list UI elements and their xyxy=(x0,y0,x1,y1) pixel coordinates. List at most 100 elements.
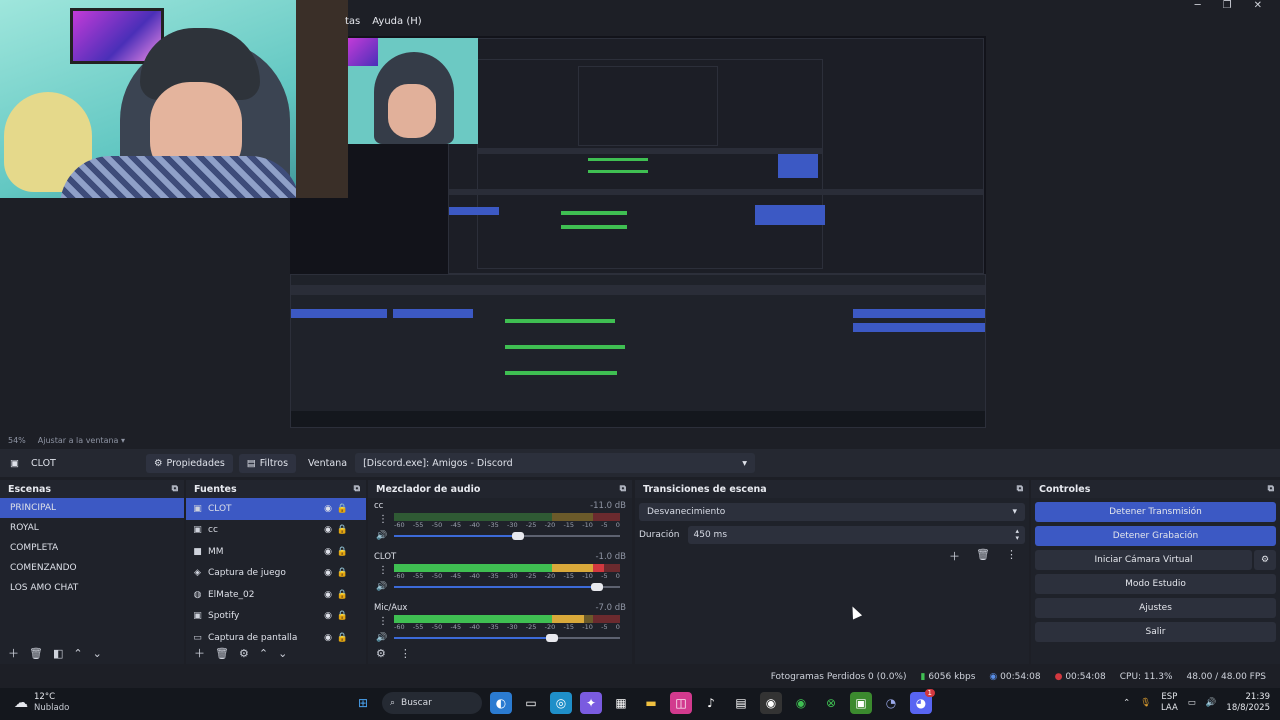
scene-item-los-amo-chat[interactable]: LOS AMO CHAT xyxy=(0,578,184,598)
lock-icon[interactable]: 🔒 xyxy=(337,525,348,535)
task-view-icon[interactable]: ▭ xyxy=(520,692,542,714)
edge-icon[interactable]: ◎ xyxy=(550,692,572,714)
add-icon[interactable]: ＋ xyxy=(194,645,205,661)
source-item-mm[interactable]: ■ MM ◉ 🔒 xyxy=(186,541,366,563)
preview-canvas[interactable] xyxy=(290,36,986,428)
channel-options-icon[interactable]: ⋮ xyxy=(378,514,388,525)
arrow-up-icon[interactable]: ⌃ xyxy=(259,647,268,660)
channel-options-icon[interactable]: ⋮ xyxy=(378,565,388,576)
window-select[interactable]: [Discord.exe]: Amigos - Discord ▾ xyxy=(355,453,756,473)
language-indicator[interactable]: ESP LAA xyxy=(1161,692,1178,714)
scene-item-principal[interactable]: PRINCIPAL xyxy=(0,498,184,518)
clock[interactable]: 21:39 18/8/2025 xyxy=(1226,692,1270,714)
store-icon[interactable]: ▦ xyxy=(610,692,632,714)
scene-item-comenzando[interactable]: COMENZANDO xyxy=(0,558,184,578)
speaker-icon[interactable]: 🔊 xyxy=(376,582,387,592)
source-item-clot[interactable]: ▣ CLOT ◉ 🔒 xyxy=(186,498,366,520)
advanced-audio-gear-icon[interactable]: ⚙ xyxy=(376,647,386,660)
discord-icon[interactable]: ◕ 1 xyxy=(910,689,935,714)
arrow-down-icon[interactable]: ⌄ xyxy=(278,647,287,660)
start-virtual-camera-button[interactable]: Iniciar Cámara Virtual xyxy=(1035,550,1252,570)
lock-icon[interactable]: 🔒 xyxy=(337,547,348,557)
close-icon[interactable]: ✕ xyxy=(1254,0,1262,12)
scene-filters-icon[interactable]: ◧ xyxy=(53,647,63,660)
network-icon[interactable]: ▭ xyxy=(1188,698,1196,708)
lock-icon[interactable]: 🔒 xyxy=(337,568,348,578)
stop-stream-button[interactable]: Detener Transmisión xyxy=(1035,502,1276,522)
studio-mode-button[interactable]: Modo Estudio xyxy=(1035,574,1276,594)
virtual-camera-gear-icon[interactable]: ⚙ xyxy=(1254,550,1276,570)
mixer-menu-icon[interactable]: ⋮ xyxy=(400,647,411,660)
eye-icon[interactable]: ◉ xyxy=(324,590,332,600)
fit-to-window-dropdown[interactable]: Ajustar a la ventana ▾ xyxy=(38,436,125,445)
source-item-captura-juego[interactable]: ◈ Captura de juego ◉ 🔒 xyxy=(186,563,366,585)
duration-input[interactable]: 450 ms ▴ ▾ xyxy=(687,526,1025,544)
add-icon[interactable]: ＋ xyxy=(949,548,960,564)
eye-icon[interactable]: ◉ xyxy=(324,611,332,621)
minecraft-icon[interactable]: ▣ xyxy=(850,692,872,714)
source-item-cc[interactable]: ▣ cc ◉ 🔒 xyxy=(186,520,366,542)
source-item-spotify[interactable]: ▣ Spotify ◉ 🔒 xyxy=(186,606,366,628)
slider-knob[interactable] xyxy=(512,532,525,540)
exit-button[interactable]: Salir xyxy=(1035,622,1276,642)
source-item-elmate[interactable]: ◍ ElMate_02 ◉ 🔒 xyxy=(186,584,366,606)
windows-start-icon[interactable]: ⊞ xyxy=(352,692,374,714)
undock-icon[interactable]: ⧉ xyxy=(620,484,626,494)
spotify-icon[interactable]: ◉ xyxy=(790,692,812,714)
instagram-icon[interactable]: ◫ xyxy=(670,692,692,714)
tiktok-icon[interactable]: ♪ xyxy=(700,692,722,714)
volume-slider[interactable] xyxy=(394,634,620,642)
lock-icon[interactable]: 🔒 xyxy=(337,590,348,600)
xbox-icon[interactable]: ⊗ xyxy=(820,692,842,714)
eye-icon[interactable]: ◉ xyxy=(324,568,332,578)
copilot-icon[interactable]: ✦ xyxy=(580,692,602,714)
slider-knob[interactable] xyxy=(546,634,559,642)
chevron-up-icon[interactable]: ⌃ xyxy=(1123,698,1130,708)
scene-item-royal[interactable]: ROYAL xyxy=(0,518,184,538)
epic-games-icon[interactable]: ▤ xyxy=(730,692,752,714)
file-explorer-icon[interactable]: ▬ xyxy=(640,692,662,714)
slider-knob[interactable] xyxy=(591,583,604,591)
maximize-icon[interactable]: ❐ xyxy=(1223,0,1232,12)
eye-icon[interactable]: ◉ xyxy=(324,504,332,514)
filters-button[interactable]: ▤ Filtros xyxy=(238,453,297,473)
undock-icon[interactable]: ⧉ xyxy=(354,484,360,494)
volume-icon[interactable]: 🔊 xyxy=(1206,698,1217,708)
menu-herramientas[interactable]: tas xyxy=(345,16,360,27)
trash-icon[interactable]: 🗑 xyxy=(29,647,43,660)
channel-options-icon[interactable]: ⋮ xyxy=(378,616,388,627)
eye-icon[interactable]: ◉ xyxy=(324,547,332,557)
undock-icon[interactable]: ⧉ xyxy=(1017,484,1023,494)
stop-recording-button[interactable]: Detener Grabación xyxy=(1035,526,1276,546)
obs-icon[interactable]: ◉ xyxy=(760,692,782,714)
settings-button[interactable]: Ajustes xyxy=(1035,598,1276,618)
trash-icon[interactable]: 🗑 xyxy=(976,548,990,564)
gear-icon[interactable]: ⚙ xyxy=(239,647,249,660)
lock-icon[interactable]: 🔒 xyxy=(337,504,348,514)
widgets-icon[interactable]: ◐ xyxy=(490,692,512,714)
properties-button[interactable]: ⚙ Propiedades xyxy=(146,453,233,473)
minimize-icon[interactable]: ─ xyxy=(1195,0,1201,12)
preview-area[interactable]: tas Ayuda (H) ─ ❐ ✕ xyxy=(0,0,1280,432)
meter-zone xyxy=(592,513,620,521)
arrow-down-icon[interactable]: ⌄ xyxy=(93,647,102,660)
lock-icon[interactable]: 🔒 xyxy=(337,611,348,621)
transition-select[interactable]: Desvanecimiento ▾ xyxy=(639,503,1025,521)
arrow-up-icon[interactable]: ⌃ xyxy=(73,647,82,660)
volume-slider[interactable] xyxy=(394,532,620,540)
spin-arrows-icon[interactable]: ▴ ▾ xyxy=(1015,528,1019,542)
undock-icon[interactable]: ⧉ xyxy=(1268,484,1274,494)
eye-icon[interactable]: ◉ xyxy=(324,525,332,535)
speaker-icon[interactable]: 🔊 xyxy=(376,531,387,541)
weather-widget[interactable]: ☁ 12°C Nublado xyxy=(14,692,69,714)
scene-item-completa[interactable]: COMPLETA xyxy=(0,538,184,558)
add-icon[interactable]: ＋ xyxy=(8,645,19,661)
volume-slider[interactable] xyxy=(394,583,620,591)
microphone-icon[interactable]: 🎙 xyxy=(1140,698,1151,708)
undock-icon[interactable]: ⧉ xyxy=(172,484,178,494)
taskbar-search[interactable]: ⌕ Buscar xyxy=(382,692,482,714)
app-icon[interactable]: ◔ xyxy=(880,692,902,714)
menu-ayuda[interactable]: Ayuda (H) xyxy=(372,16,421,27)
more-options-icon[interactable]: ⋮ xyxy=(1006,548,1017,564)
trash-icon[interactable]: 🗑 xyxy=(215,647,229,660)
